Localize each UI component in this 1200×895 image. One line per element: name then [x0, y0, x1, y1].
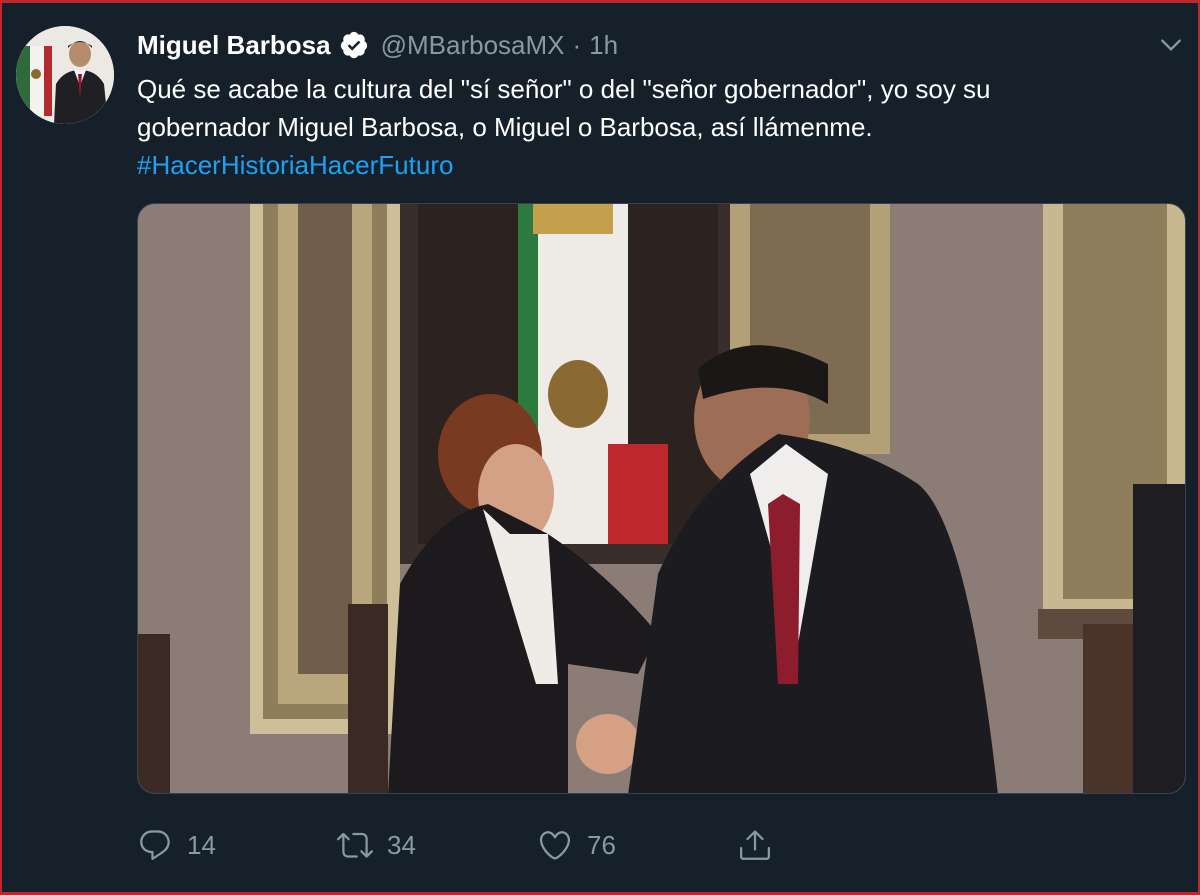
separator-dot: · — [572, 29, 582, 60]
share-button[interactable] — [737, 822, 773, 868]
like-count: 76 — [587, 829, 616, 860]
reply-count: 14 — [187, 829, 216, 860]
tweet-timestamp[interactable]: 1h — [589, 30, 618, 61]
reply-button[interactable]: 14 — [137, 822, 216, 868]
tweet-photo[interactable] — [137, 203, 1186, 794]
tweet-text-line-2: gobernador Miguel Barbosa, o Miguel o Ba… — [137, 112, 873, 142]
tweet-header: Miguel Barbosa @MBarbosaMX · 1h — [137, 28, 618, 62]
retweet-icon — [337, 832, 373, 858]
share-icon — [740, 830, 770, 860]
author-name[interactable]: Miguel Barbosa — [137, 30, 331, 61]
like-button[interactable]: 76 — [537, 822, 616, 868]
retweet-count: 34 — [387, 829, 416, 860]
verified-badge-icon — [339, 30, 369, 60]
chevron-down-icon[interactable] — [1156, 32, 1186, 58]
heart-icon — [539, 831, 571, 860]
tweet-text-line-1: Qué se acabe la cultura del "sí señor" o… — [137, 74, 991, 104]
reply-icon — [140, 830, 170, 860]
hashtag-link[interactable]: #HacerHistoriaHacerFuturo — [137, 146, 1177, 184]
tweet-text: Qué se acabe la cultura del "sí señor" o… — [137, 70, 1177, 184]
tweet-actions: 14 34 76 — [137, 822, 1037, 868]
author-handle[interactable]: @MBarbosaMX — [381, 30, 565, 61]
author-avatar[interactable] — [16, 26, 114, 124]
retweet-button[interactable]: 34 — [337, 822, 416, 868]
